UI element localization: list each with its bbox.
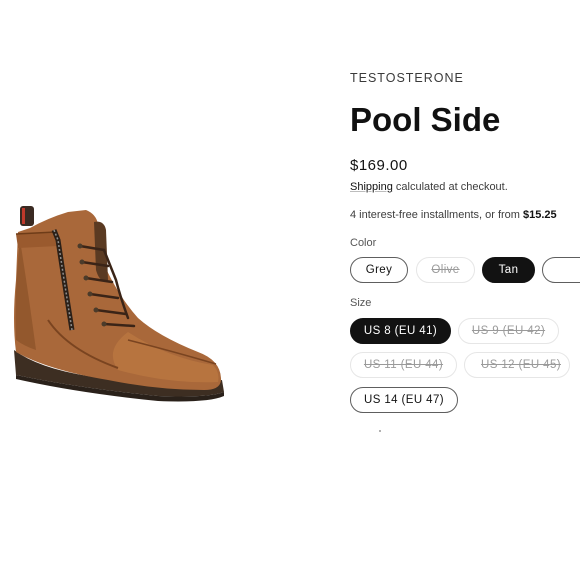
product-info: TESTOSTERONE Pool Side $169.00 Shipping …: [350, 0, 580, 580]
product-vendor: TESTOSTERONE: [350, 71, 464, 85]
size-option-us-8[interactable]: US 8 (EU 41): [350, 318, 451, 344]
size-option-us-9[interactable]: US 9 (EU 42): [458, 318, 559, 344]
shipping-text: calculated at checkout.: [392, 181, 508, 193]
color-option-olive[interactable]: Olive: [416, 257, 475, 283]
size-option-us-14[interactable]: US 14 (EU 47): [350, 387, 458, 413]
installments-note: 4 interest-free installments, or from $1…: [350, 209, 557, 221]
divider-dot: [379, 430, 381, 432]
product-boot-image: [14, 206, 224, 402]
color-label: Color: [350, 237, 377, 249]
color-option-tan[interactable]: Tan: [482, 257, 535, 283]
size-option-us-12[interactable]: US 12 (EU 45): [464, 352, 570, 378]
color-option-partial[interactable]: [542, 257, 580, 283]
installments-text: 4 interest-free installments, or from: [350, 209, 524, 221]
size-option-us-11[interactable]: US 11 (EU 44): [350, 352, 457, 378]
product-title: Pool Side: [350, 101, 501, 138]
size-label: Size: [350, 297, 372, 309]
product-price: $169.00: [350, 157, 408, 174]
shipping-link[interactable]: Shipping: [350, 181, 393, 193]
installments-amount: $15.25: [523, 209, 557, 221]
shipping-note: Shipping calculated at checkout.: [350, 181, 508, 193]
color-option-grey[interactable]: Grey: [350, 257, 408, 283]
